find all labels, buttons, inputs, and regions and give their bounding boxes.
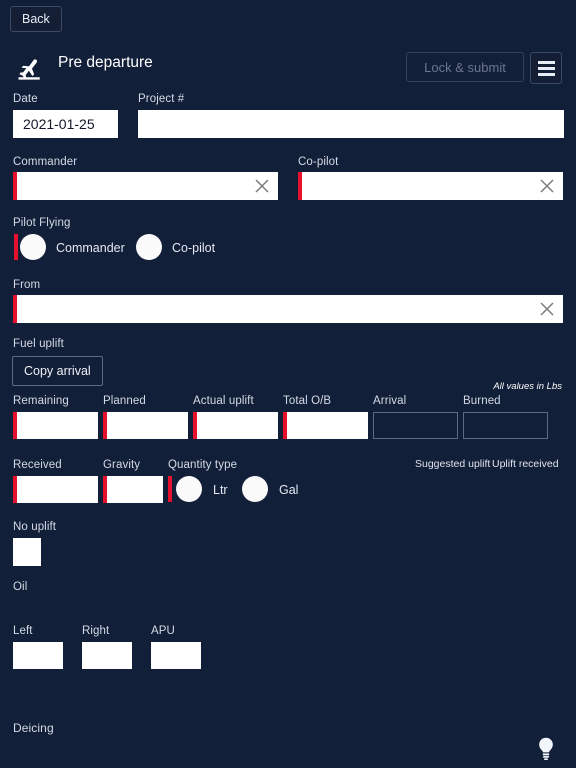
from-input[interactable] bbox=[13, 295, 563, 323]
flight-takeoff-icon bbox=[14, 52, 48, 82]
planned-label: Planned bbox=[103, 395, 146, 407]
menu-line bbox=[537, 66, 555, 70]
oil-left-input[interactable] bbox=[13, 642, 63, 669]
page-title: Pre departure bbox=[58, 54, 153, 71]
units-note: All values in Lbs bbox=[493, 381, 562, 392]
lock-and-submit-label: Lock & submit bbox=[424, 59, 506, 75]
deicing-section-label: Deicing bbox=[13, 721, 54, 735]
pilot-flying-option-label: Commander bbox=[56, 241, 125, 255]
pilot-flying-option-label: Co-pilot bbox=[172, 241, 216, 255]
actual-uplift-label: Actual uplift bbox=[193, 395, 254, 407]
copy-arrival-label: Copy arrival bbox=[24, 364, 91, 378]
remaining-label: Remaining bbox=[13, 395, 69, 407]
top-bar: Back bbox=[0, 0, 576, 38]
commander-label: Commander bbox=[13, 156, 78, 168]
commander-input[interactable] bbox=[13, 172, 278, 200]
menu-line bbox=[537, 72, 555, 76]
received-input[interactable] bbox=[13, 476, 98, 503]
no-uplift-label: No uplift bbox=[13, 521, 57, 533]
quantity-type-radio-ltr[interactable] bbox=[176, 476, 202, 502]
remaining-input[interactable] bbox=[13, 412, 98, 439]
copy-arrival-button[interactable]: Copy arrival bbox=[12, 356, 103, 386]
oil-left-label: Left bbox=[13, 625, 33, 637]
quantity-type-radio-gal[interactable] bbox=[242, 476, 268, 502]
oil-apu-input[interactable] bbox=[151, 642, 201, 669]
oil-apu-label: APU bbox=[151, 625, 175, 637]
oil-right-input[interactable] bbox=[82, 642, 132, 669]
close-icon[interactable] bbox=[538, 300, 556, 318]
date-label: Date bbox=[13, 93, 38, 105]
hamburger-menu-icon[interactable] bbox=[530, 52, 562, 84]
project-label: Project # bbox=[138, 93, 185, 105]
from-label: From bbox=[13, 279, 41, 291]
arrival-label: Arrival bbox=[373, 395, 407, 407]
back-button-label: Back bbox=[22, 11, 50, 26]
back-button[interactable]: Back bbox=[10, 6, 62, 32]
gravity-input[interactable] bbox=[103, 476, 163, 503]
menu-line bbox=[537, 60, 555, 64]
close-icon[interactable] bbox=[253, 177, 271, 195]
pilot-flying-label: Pilot Flying bbox=[13, 217, 71, 229]
fuel-uplift-section-label: Fuel uplift bbox=[13, 338, 64, 350]
date-value: 2021-01-25 bbox=[23, 116, 95, 132]
burned-readonly-field bbox=[463, 412, 548, 439]
pilot-flying-radio-copilot[interactable] bbox=[136, 234, 162, 260]
quantity-type-label: Quantity type bbox=[168, 459, 238, 471]
oil-right-label: Right bbox=[82, 625, 110, 637]
quantity-type-option-label: Gal bbox=[279, 483, 299, 497]
total-ob-input[interactable] bbox=[283, 412, 368, 439]
pilot-flying-required-marker bbox=[14, 234, 18, 260]
suggested-uplift-label: Suggested uplift bbox=[415, 458, 491, 470]
arrival-readonly-field bbox=[373, 412, 458, 439]
quantity-type-option-label: Ltr bbox=[213, 483, 228, 497]
project-input[interactable] bbox=[138, 110, 564, 138]
pre-departure-screen: Back Pre departure Lock & submit Date 20… bbox=[0, 0, 576, 768]
planned-input[interactable] bbox=[103, 412, 188, 439]
burned-label: Burned bbox=[463, 395, 501, 407]
quantity-type-required-marker bbox=[168, 476, 172, 502]
gravity-label: Gravity bbox=[103, 459, 141, 471]
no-uplift-checkbox[interactable] bbox=[13, 538, 41, 566]
total-ob-label: Total O/B bbox=[283, 395, 332, 407]
actual-uplift-input[interactable] bbox=[193, 412, 278, 439]
lightbulb-icon[interactable] bbox=[533, 734, 559, 762]
received-label: Received bbox=[13, 459, 62, 471]
pilot-flying-radio-commander[interactable] bbox=[20, 234, 46, 260]
uplift-received-label: Uplift received bbox=[492, 458, 559, 470]
copilot-label: Co-pilot bbox=[298, 156, 339, 168]
copilot-input[interactable] bbox=[298, 172, 563, 200]
date-input[interactable]: 2021-01-25 bbox=[13, 110, 118, 138]
lock-and-submit-button[interactable]: Lock & submit bbox=[406, 52, 524, 82]
oil-section-label: Oil bbox=[13, 581, 28, 593]
close-icon[interactable] bbox=[538, 177, 556, 195]
